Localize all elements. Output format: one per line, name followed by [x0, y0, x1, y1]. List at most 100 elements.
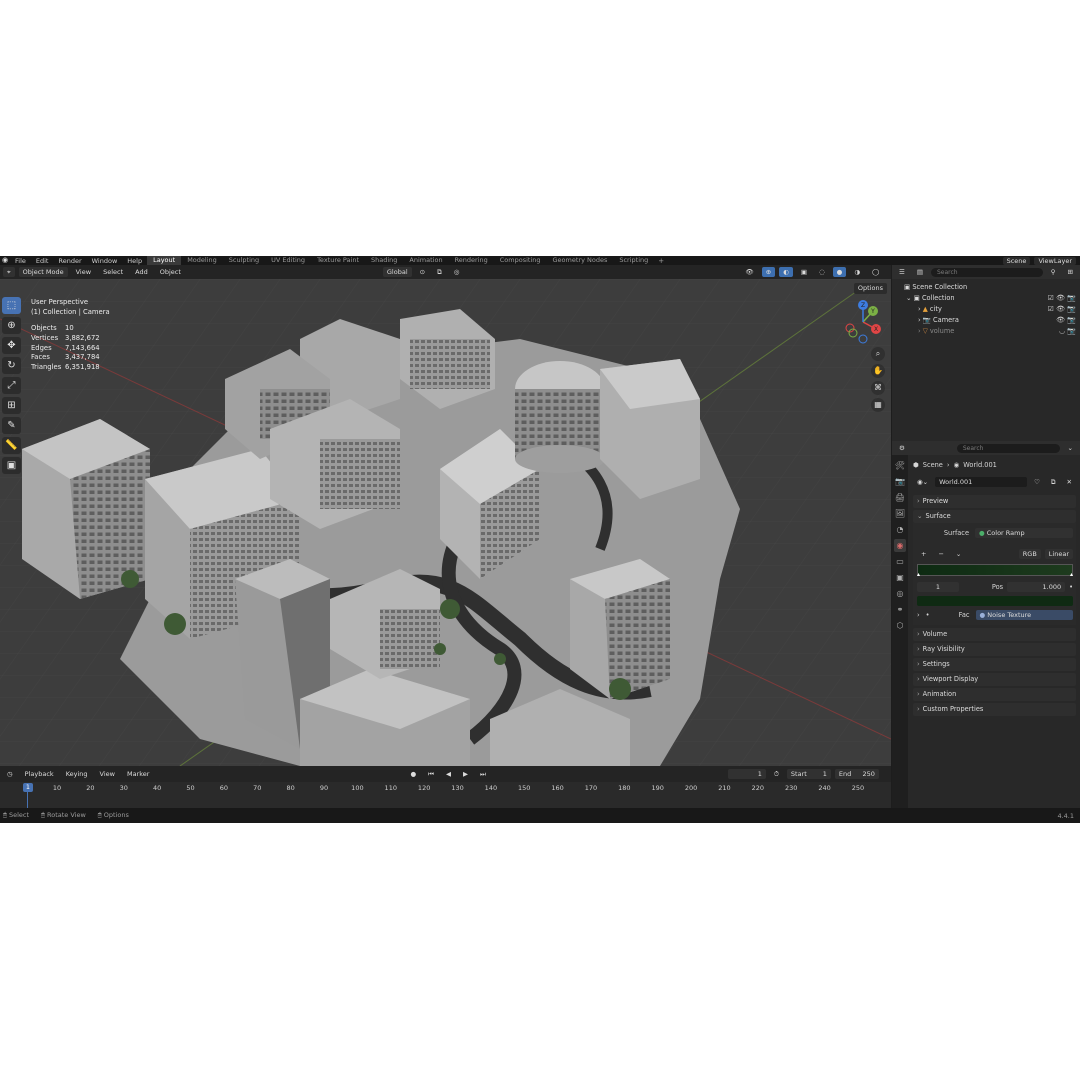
menu-view[interactable]: View — [72, 268, 95, 276]
menu-file[interactable]: File — [10, 257, 31, 265]
constraints-tab-icon[interactable]: ⚭ — [894, 603, 906, 616]
3d-viewport[interactable]: ⬚ ⊕ ✥ ↻ ⤢ ⊞ ✎ 📏 ▣ User Perspective (1) C… — [0, 279, 891, 766]
menu-window[interactable]: Window — [87, 257, 123, 265]
outliner-editor-icon[interactable]: ☰ — [895, 267, 909, 277]
fac-node-field[interactable]: ● Noise Texture — [975, 610, 1073, 620]
rendered-shading-icon[interactable]: ◯ — [868, 267, 883, 277]
options-dropdown[interactable]: Options — [853, 283, 887, 294]
tab-rendering[interactable]: Rendering — [449, 256, 494, 265]
filter-icon[interactable]: ⚲ — [1047, 267, 1060, 277]
object-mode-dropdown[interactable]: Object Mode — [18, 267, 68, 277]
menu-render[interactable]: Render — [53, 257, 86, 265]
cursor-tool-icon[interactable]: ⊕ — [2, 317, 21, 334]
item-visibility-icons[interactable]: ◡ 📷 — [1059, 326, 1076, 337]
jump-end-icon[interactable]: ⏭ — [476, 769, 490, 779]
annotate-tool-icon[interactable]: ✎ — [2, 417, 21, 434]
collection-tab-icon[interactable]: ▭ — [894, 555, 906, 568]
menu-object[interactable]: Object — [156, 268, 185, 276]
panel-ray-visibility[interactable]: › Ray Visibility — [913, 643, 1076, 656]
fake-user-icon[interactable]: ♡ — [1030, 477, 1044, 487]
properties-search-input[interactable]: Search — [956, 443, 1060, 453]
tab-compositing[interactable]: Compositing — [494, 256, 547, 265]
properties-editor-icon[interactable]: ⚙ — [895, 443, 909, 453]
duplicate-icon[interactable]: ⧉ — [1047, 477, 1060, 487]
tab-animation[interactable]: Animation — [403, 256, 448, 265]
ramp-stop-left-icon[interactable]: ▴ — [917, 571, 920, 578]
tab-scripting[interactable]: Scripting — [613, 256, 654, 265]
tab-geometry-nodes[interactable]: Geometry Nodes — [547, 256, 614, 265]
jump-start-icon[interactable]: ⏮ — [424, 769, 438, 779]
view-layer-tab-icon[interactable]: 🖼 — [894, 507, 906, 520]
color-ramp-bar[interactable]: ▴ ▴ — [917, 564, 1073, 578]
world-tab-icon[interactable]: ◉ — [894, 539, 906, 552]
color-mode-dropdown[interactable]: RGB — [1018, 549, 1041, 559]
output-tab-icon[interactable]: 🖨 — [894, 491, 906, 504]
object-tab-icon[interactable]: ▣ — [894, 571, 906, 584]
properties-options-icon[interactable]: ⌄ — [1064, 443, 1077, 453]
tab-layout[interactable]: Layout — [147, 256, 182, 265]
add-cube-tool-icon[interactable]: ▣ — [2, 457, 21, 474]
stop-index-field[interactable]: 1 — [917, 582, 959, 592]
ramp-menu-icon[interactable]: ⌄ — [952, 549, 965, 559]
camera-view-icon[interactable]: ⌘ — [871, 381, 885, 395]
remove-stop-icon[interactable]: − — [934, 549, 947, 559]
item-visibility-icons[interactable]: 👁 📷 — [1056, 315, 1076, 326]
ramp-stop-right-icon[interactable]: ▴ — [1070, 571, 1073, 578]
timeline-editor-icon[interactable]: ◷ — [3, 769, 17, 779]
material-shading-icon[interactable]: ◑ — [850, 267, 864, 277]
start-frame-field[interactable]: Start 1 — [786, 769, 831, 779]
gizmo-toggle-icon[interactable]: ⊕ — [761, 267, 776, 277]
pan-hand-icon[interactable]: ✋ — [871, 364, 885, 378]
playhead-frame[interactable]: 1 — [23, 783, 33, 792]
pos-field[interactable]: 1.000 — [1007, 582, 1066, 592]
scene-selector[interactable]: Scene — [1002, 256, 1031, 265]
menu-help[interactable]: Help — [122, 257, 147, 265]
interpolation-dropdown[interactable]: Linear — [1044, 549, 1073, 559]
visibility-icon[interactable]: 👁 — [741, 267, 757, 277]
add-stop-icon[interactable]: + — [917, 549, 930, 559]
panel-animation[interactable]: › Animation — [913, 688, 1076, 701]
panel-viewport-display[interactable]: › Viewport Display — [913, 673, 1076, 686]
snap-icon[interactable]: ⧉ — [433, 267, 446, 277]
stopwatch-icon[interactable]: ⏱ — [770, 769, 783, 779]
menu-timeline-view[interactable]: View — [96, 770, 119, 778]
xray-icon[interactable]: ▣ — [797, 267, 811, 277]
rotate-tool-icon[interactable]: ↻ — [2, 357, 21, 374]
fac-expand-icon[interactable]: › — [917, 611, 920, 619]
record-icon[interactable]: ● — [406, 769, 420, 779]
panel-custom-properties[interactable]: › Custom Properties — [913, 703, 1076, 716]
display-mode-icon[interactable]: ▤ — [913, 267, 927, 277]
surface-node-field[interactable]: ● Color Ramp — [975, 528, 1073, 538]
timeline-area[interactable]: 10 20 30 40 50 60 70 80 90 100 110 120 130 140 150 160 1… — [0, 782, 891, 808]
navigation-gizmo[interactable]: X Y Z — [840, 299, 886, 345]
menu-select[interactable]: Select — [99, 268, 127, 276]
current-frame-field[interactable]: 1 — [727, 769, 766, 779]
view-layer-selector[interactable]: ViewLayer — [1034, 256, 1076, 265]
panel-surface[interactable]: ⌄ Surface — [913, 510, 1076, 523]
scene-collection-row[interactable]: ▣ Scene Collection — [892, 282, 1080, 293]
outliner-item-volume[interactable]: › ▽ volume ◡ 📷 — [892, 326, 1080, 337]
panel-preview[interactable]: › Preview — [913, 495, 1076, 508]
transform-tool-icon[interactable]: ⊞ — [2, 397, 21, 414]
collection-expand-icon[interactable]: ⌄ — [906, 294, 914, 302]
zoom-icon[interactable]: ⌕ — [871, 347, 885, 361]
panel-volume[interactable]: › Volume — [913, 628, 1076, 641]
wireframe-shading-icon[interactable]: ◌ — [815, 267, 829, 277]
render-tab-icon[interactable]: 📷 — [894, 475, 906, 488]
tab-sculpting[interactable]: Sculpting — [223, 256, 265, 265]
menu-add[interactable]: Add — [131, 268, 152, 276]
scale-tool-icon[interactable]: ⤢ — [2, 377, 21, 394]
proportional-edit-icon[interactable]: ◎ — [450, 267, 464, 277]
world-name-field[interactable]: World.001 — [935, 477, 1028, 487]
frame-ruler[interactable]: 10 20 30 40 50 60 70 80 90 100 110 120 130 140 150 160 1… — [0, 782, 891, 792]
menu-edit[interactable]: Edit — [31, 257, 54, 265]
scene-tab-icon[interactable]: ◔ — [894, 523, 906, 536]
measure-tool-icon[interactable]: 📏 — [2, 437, 21, 454]
tab-uv-editing[interactable]: UV Editing — [265, 256, 311, 265]
outliner-search-input[interactable]: Search — [930, 267, 1043, 277]
new-collection-icon[interactable]: ⊞ — [1064, 267, 1077, 277]
pivot-icon[interactable]: ⊙ — [416, 267, 429, 277]
ortho-grid-icon[interactable]: ▦ — [871, 398, 885, 412]
physics-tab-icon[interactable]: ◎ — [894, 587, 906, 600]
end-frame-field[interactable]: End 250 — [834, 769, 879, 779]
